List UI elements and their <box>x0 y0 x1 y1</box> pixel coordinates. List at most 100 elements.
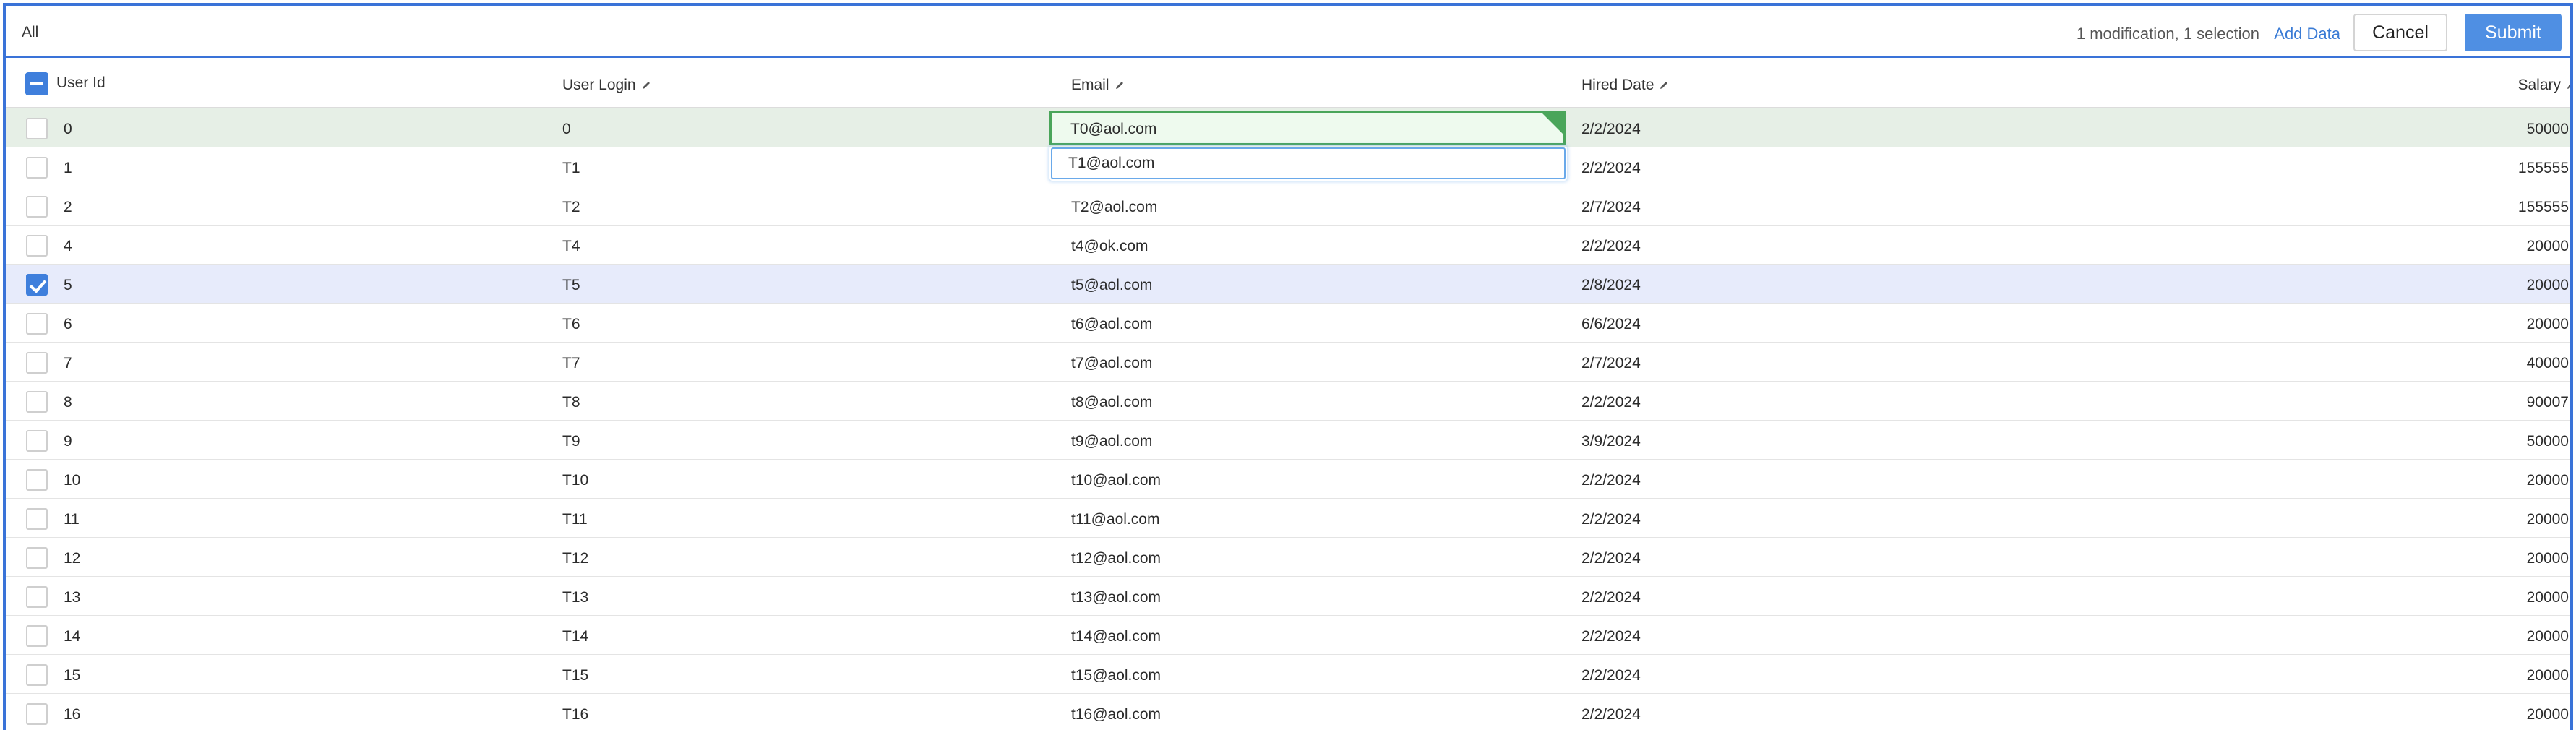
cell-salary[interactable]: 20000 <box>2527 511 2569 528</box>
cell-user-id[interactable]: 15 <box>64 667 80 684</box>
table-row[interactable]: 10 T10 t10@aol.com 2/2/2024 20000 <box>6 460 2570 499</box>
cell-hired-date[interactable]: 6/6/2024 <box>1581 316 1641 333</box>
row-checkbox[interactable] <box>26 196 48 218</box>
cell-user-login[interactable]: T16 <box>562 706 588 723</box>
cell-hired-date[interactable]: 2/2/2024 <box>1581 628 1641 645</box>
cell-hired-date[interactable]: 2/8/2024 <box>1581 277 1641 294</box>
add-data-link[interactable]: Add Data <box>2274 25 2340 43</box>
table-row[interactable]: 11 T11 t11@aol.com 2/2/2024 20000 <box>6 499 2570 538</box>
cell-user-login[interactable]: 0 <box>562 121 571 138</box>
cell-email[interactable]: T2@aol.com <box>1071 199 1157 216</box>
cell-salary[interactable]: 20000 <box>2527 472 2569 489</box>
cell-user-id[interactable]: 10 <box>64 472 80 489</box>
table-row[interactable]: 0 0 T0@aol.com 2/2/2024 50000 <box>6 108 2570 147</box>
cell-user-id[interactable]: 5 <box>64 277 72 294</box>
cell-email[interactable]: t14@aol.com <box>1071 628 1161 645</box>
cell-hired-date[interactable]: 2/7/2024 <box>1581 199 1641 216</box>
table-row[interactable]: 8 T8 t8@aol.com 2/2/2024 90007 <box>6 382 2570 421</box>
row-checkbox[interactable] <box>26 664 48 686</box>
table-row[interactable]: 15 T15 t15@aol.com 2/2/2024 20000 <box>6 655 2570 694</box>
cell-user-login[interactable]: T10 <box>562 472 588 489</box>
row-checkbox[interactable] <box>26 508 48 530</box>
cell-email-modified[interactable]: T0@aol.com <box>1049 111 1566 145</box>
cell-hired-date[interactable]: 3/9/2024 <box>1581 433 1641 450</box>
cell-salary[interactable]: 20000 <box>2527 706 2569 723</box>
cell-salary[interactable]: 20000 <box>2527 316 2569 333</box>
cell-hired-date[interactable]: 2/7/2024 <box>1581 355 1641 372</box>
cell-salary[interactable]: 40000 <box>2527 355 2569 372</box>
row-checkbox[interactable] <box>26 235 48 257</box>
cell-salary[interactable]: 155555 <box>2518 199 2569 216</box>
column-header-email[interactable]: Email <box>1071 77 1125 94</box>
cell-user-id[interactable]: 0 <box>64 121 72 138</box>
cell-user-id[interactable]: 13 <box>64 589 80 606</box>
cell-email[interactable]: t8@aol.com <box>1071 394 1152 411</box>
cell-user-id[interactable]: 11 <box>64 511 80 528</box>
cell-hired-date[interactable]: 2/2/2024 <box>1581 589 1641 606</box>
column-header-hired-date[interactable]: Hired Date <box>1581 77 1669 94</box>
table-row[interactable]: 14 T14 t14@aol.com 2/2/2024 20000 <box>6 616 2570 655</box>
cell-salary[interactable]: 155555 <box>2518 160 2569 177</box>
row-checkbox[interactable] <box>26 313 48 335</box>
cell-user-id[interactable]: 14 <box>64 628 80 645</box>
cell-user-login[interactable]: T11 <box>562 511 588 528</box>
filter-label[interactable]: All <box>22 24 38 41</box>
cell-user-login[interactable]: T8 <box>562 394 580 411</box>
cell-email[interactable]: t7@aol.com <box>1071 355 1152 372</box>
cell-salary[interactable]: 20000 <box>2527 589 2569 606</box>
cell-email[interactable]: t16@aol.com <box>1071 706 1161 723</box>
table-row[interactable]: 4 T4 t4@ok.com 2/2/2024 20000 <box>6 226 2570 265</box>
column-header-user-id[interactable]: User Id <box>56 74 106 92</box>
cell-user-id[interactable]: 8 <box>64 394 72 411</box>
cell-email[interactable]: t12@aol.com <box>1071 550 1161 567</box>
cell-hired-date[interactable]: 2/2/2024 <box>1581 238 1641 255</box>
cell-salary[interactable]: 20000 <box>2527 667 2569 684</box>
cell-salary[interactable]: 50000 <box>2527 121 2569 138</box>
row-checkbox[interactable] <box>26 547 48 569</box>
cell-salary[interactable]: 50000 <box>2527 433 2569 450</box>
cell-email[interactable]: t4@ok.com <box>1071 238 1149 255</box>
cell-email[interactable]: t15@aol.com <box>1071 667 1161 684</box>
row-checkbox[interactable] <box>26 625 48 647</box>
cell-user-id[interactable]: 1 <box>64 160 72 177</box>
column-header-user-login[interactable]: User Login <box>562 77 651 94</box>
table-row[interactable]: 6 T6 t6@aol.com 6/6/2024 20000 <box>6 304 2570 343</box>
row-checkbox[interactable] <box>26 274 48 296</box>
cell-hired-date[interactable]: 2/2/2024 <box>1581 160 1641 177</box>
cell-user-login[interactable]: T2 <box>562 199 580 216</box>
row-checkbox[interactable] <box>26 157 48 179</box>
cell-user-login[interactable]: T15 <box>562 667 588 684</box>
cell-user-login[interactable]: T13 <box>562 589 588 606</box>
cancel-button[interactable]: Cancel <box>2353 14 2447 51</box>
cell-user-id[interactable]: 12 <box>64 550 80 567</box>
cell-salary[interactable]: 20000 <box>2527 238 2569 255</box>
cell-email[interactable]: t6@aol.com <box>1071 316 1152 333</box>
cell-user-login[interactable]: T12 <box>562 550 588 567</box>
cell-salary[interactable]: 90007 <box>2527 394 2569 411</box>
submit-button[interactable]: Submit <box>2465 14 2562 51</box>
table-row[interactable]: 16 T16 t16@aol.com 2/2/2024 20000 <box>6 694 2570 730</box>
cell-user-login[interactable]: T9 <box>562 433 580 450</box>
cell-salary[interactable]: 20000 <box>2527 628 2569 645</box>
table-row[interactable]: 5 T5 t5@aol.com 2/8/2024 20000 <box>6 265 2570 304</box>
table-row[interactable]: 13 T13 t13@aol.com 2/2/2024 20000 <box>6 577 2570 616</box>
table-row[interactable]: 2 T2 T2@aol.com 2/7/2024 155555 <box>6 186 2570 226</box>
row-checkbox[interactable] <box>26 703 48 725</box>
cell-user-login[interactable]: T1 <box>562 160 580 177</box>
column-header-salary[interactable]: Salary <box>2517 77 2570 94</box>
row-checkbox[interactable] <box>26 391 48 413</box>
cell-email[interactable]: t5@aol.com <box>1071 277 1152 294</box>
cell-hired-date[interactable]: 2/2/2024 <box>1581 121 1641 138</box>
cell-user-login[interactable]: T6 <box>562 316 580 333</box>
cell-email[interactable]: t10@aol.com <box>1071 472 1161 489</box>
row-checkbox[interactable] <box>26 469 48 491</box>
cell-user-login[interactable]: T5 <box>562 277 580 294</box>
row-checkbox[interactable] <box>26 352 48 374</box>
cell-user-id[interactable]: 4 <box>64 238 72 255</box>
cell-email[interactable]: t13@aol.com <box>1071 589 1161 606</box>
cell-user-id[interactable]: 6 <box>64 316 72 333</box>
cell-email[interactable]: t9@aol.com <box>1071 433 1152 450</box>
cell-user-login[interactable]: T7 <box>562 355 580 372</box>
email-cell-editor-input[interactable] <box>1051 147 1566 179</box>
cell-salary[interactable]: 20000 <box>2527 550 2569 567</box>
